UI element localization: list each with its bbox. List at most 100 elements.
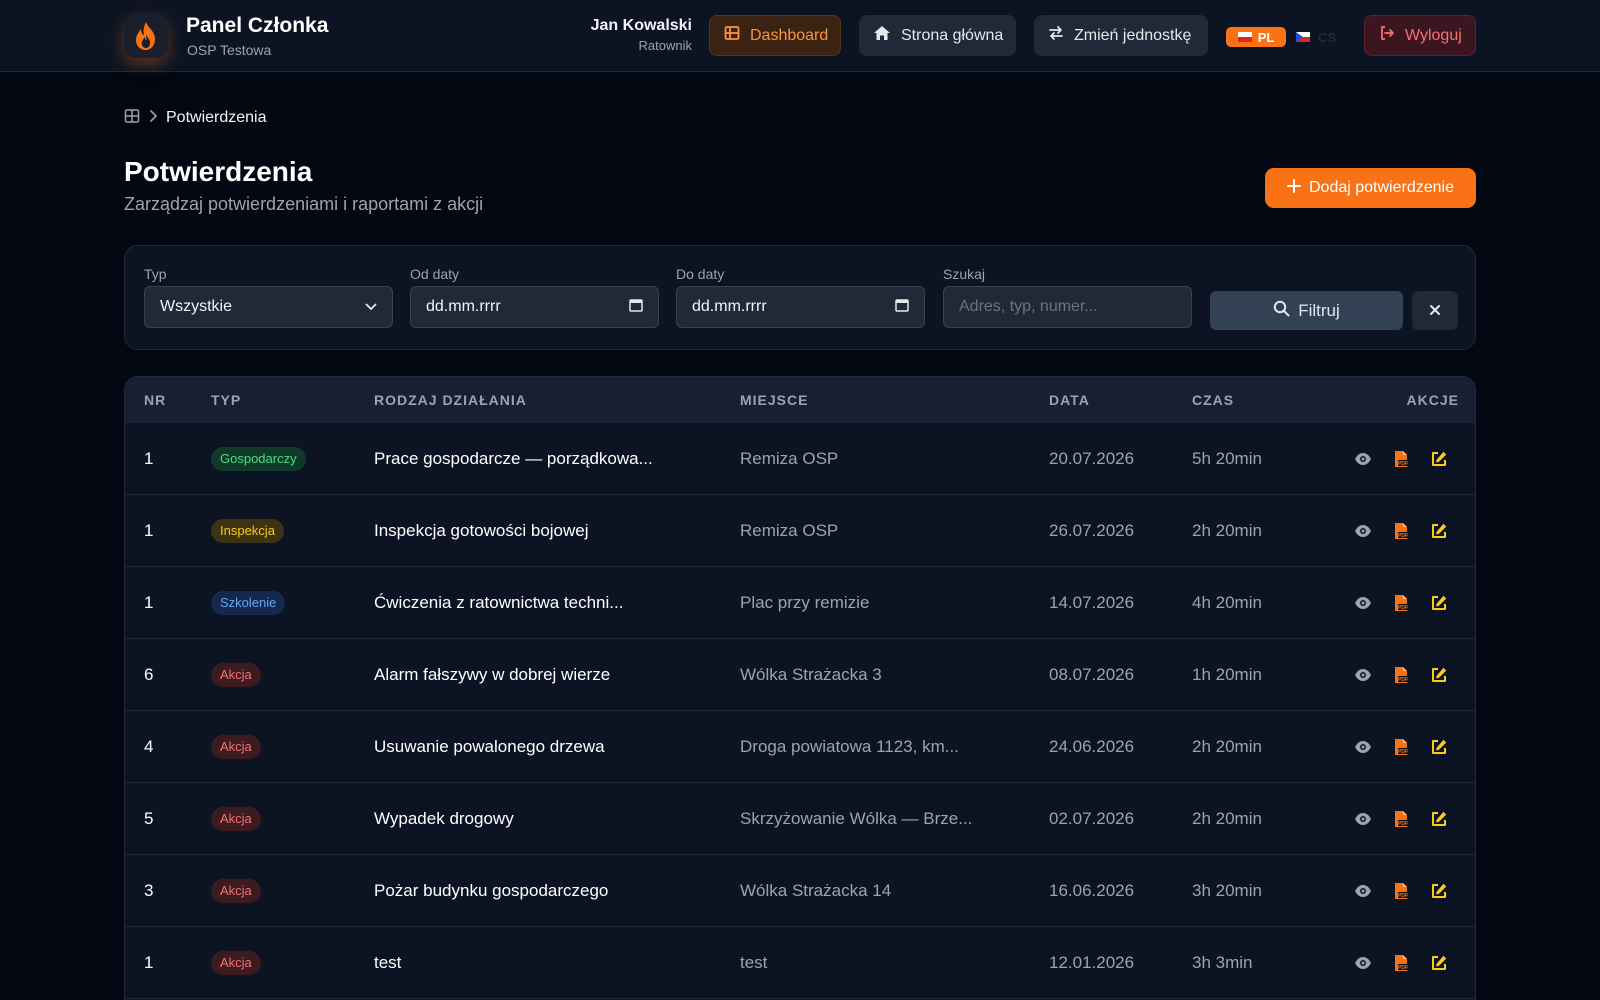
edit-icon[interactable]: [1429, 665, 1449, 685]
row-number: 1: [144, 593, 154, 612]
action-kind: Inspekcja gotowości bojowej: [374, 521, 589, 540]
filter-button[interactable]: Filtruj: [1210, 291, 1403, 330]
type-badge: Szkolenie: [211, 591, 286, 615]
row-actions: PDF: [1353, 593, 1449, 613]
table-row[interactable]: 1 Akcja test test 12.01.2026 3h 3min PDF: [125, 927, 1475, 999]
table-row[interactable]: 4 Akcja Usuwanie powalonego drzewa Droga po…: [125, 711, 1475, 783]
view-eye-icon[interactable]: [1353, 737, 1373, 757]
table-row[interactable]: 1 Gospodarczy Prace gospodarcze — porządko…: [125, 423, 1475, 495]
logout-icon: [1379, 25, 1395, 46]
edit-icon[interactable]: [1429, 449, 1449, 469]
edit-icon[interactable]: [1429, 881, 1449, 901]
view-eye-icon[interactable]: [1353, 521, 1373, 541]
view-eye-icon[interactable]: [1353, 809, 1373, 829]
row-actions: PDF: [1353, 737, 1449, 757]
row-number: 1: [144, 953, 154, 972]
edit-icon[interactable]: [1429, 809, 1449, 829]
row-number: 1: [144, 449, 154, 468]
duration: 1h 20min: [1192, 665, 1262, 684]
pdf-icon[interactable]: PDF: [1391, 809, 1411, 829]
row-number: 6: [144, 665, 154, 684]
calendar-icon[interactable]: [895, 298, 909, 317]
row-actions: PDF: [1353, 665, 1449, 685]
type-cell: Akcja: [211, 951, 261, 975]
pdf-icon[interactable]: PDF: [1391, 737, 1411, 757]
table-row[interactable]: 1 Szkolenie Ćwiczenia z ratownictwa techni…: [125, 567, 1475, 639]
duration: 2h 20min: [1192, 737, 1262, 756]
edit-icon[interactable]: [1429, 521, 1449, 541]
edit-icon[interactable]: [1429, 593, 1449, 613]
type-badge: Akcja: [211, 807, 261, 831]
type-cell: Gospodarczy: [211, 447, 306, 471]
language-cs-label: CS: [1318, 29, 1337, 45]
pdf-icon[interactable]: PDF: [1391, 593, 1411, 613]
poland-flag-icon: [1237, 32, 1252, 42]
table-row[interactable]: 5 Akcja Wypadek drogowy Skrzyżowanie Wólka …: [125, 783, 1475, 855]
pdf-icon[interactable]: PDF: [1391, 953, 1411, 973]
svg-text:PDF: PDF: [1398, 965, 1408, 971]
type-cell: Akcja: [211, 807, 261, 831]
pdf-icon[interactable]: PDF: [1391, 521, 1411, 541]
calendar-icon[interactable]: [629, 298, 643, 317]
plus-icon: [1287, 178, 1301, 198]
duration: 4h 20min: [1192, 593, 1262, 612]
action-kind: Usuwanie powalonego drzewa: [374, 737, 605, 756]
filter-button-label: Filtruj: [1298, 300, 1340, 320]
language-pl-button[interactable]: PL: [1226, 27, 1286, 47]
header-rodzaj: RODZAJ DZIAŁANIA: [374, 392, 527, 408]
chevron-right-icon: [148, 109, 158, 128]
view-eye-icon[interactable]: [1353, 449, 1373, 469]
type-select[interactable]: Wszystkie: [144, 286, 393, 328]
fire-logo-icon: [124, 14, 168, 58]
language-pl-label: PL: [1257, 29, 1275, 45]
home-label: Strona główna: [901, 26, 1004, 44]
edit-icon[interactable]: [1429, 737, 1449, 757]
language-cs-button[interactable]: CS: [1296, 27, 1336, 47]
view-eye-icon[interactable]: [1353, 953, 1373, 973]
to-date-input[interactable]: dd.mm.rrrr: [676, 286, 925, 328]
edit-icon[interactable]: [1429, 953, 1449, 973]
switch-unit-button[interactable]: Zmień jednostkę: [1034, 15, 1208, 56]
location: Remiza OSP: [740, 449, 839, 468]
type-badge: Inspekcja: [211, 519, 284, 543]
page-title: Potwierdzenia: [124, 156, 313, 187]
view-eye-icon[interactable]: [1353, 881, 1373, 901]
chevron-down-icon: [365, 298, 377, 316]
view-eye-icon[interactable]: [1353, 593, 1373, 613]
view-eye-icon[interactable]: [1353, 665, 1373, 685]
row-number: 1: [144, 521, 154, 540]
action-kind: test: [374, 953, 402, 972]
svg-text:PDF: PDF: [1398, 677, 1408, 683]
search-input[interactable]: Adres, typ, numer...: [943, 286, 1192, 328]
dashboard-button[interactable]: Dashboard: [709, 15, 841, 56]
brand-subtitle: OSP Testowa: [187, 42, 272, 58]
action-kind: Alarm fałszywy w dobrej wierze: [374, 665, 611, 684]
date: 12.01.2026: [1049, 953, 1135, 972]
pdf-icon[interactable]: PDF: [1391, 449, 1411, 469]
row-number: 5: [144, 809, 154, 828]
logout-button[interactable]: Wyloguj: [1364, 15, 1476, 56]
pdf-icon[interactable]: PDF: [1391, 665, 1411, 685]
swap-arrows-icon: [1048, 25, 1064, 46]
table-row[interactable]: 6 Akcja Alarm fałszywy w dobrej wierze Wólk…: [125, 639, 1475, 711]
table-row[interactable]: 1 Inspekcja Inspekcja gotowości bojowej Rem…: [125, 495, 1475, 567]
table-row[interactable]: 3 Akcja Pożar budynku gospodarczego Wólka S…: [125, 855, 1475, 927]
clear-filters-button[interactable]: [1412, 291, 1458, 330]
dashboard-home-icon[interactable]: [124, 108, 140, 129]
close-icon: [1429, 300, 1441, 321]
date: 08.07.2026: [1049, 665, 1135, 684]
row-actions: PDF: [1353, 881, 1449, 901]
header-data: DATA: [1049, 392, 1090, 408]
type-badge: Akcja: [211, 735, 261, 759]
pdf-icon[interactable]: PDF: [1391, 881, 1411, 901]
from-date-input[interactable]: dd.mm.rrrr: [410, 286, 659, 328]
date: 16.06.2026: [1049, 881, 1135, 900]
home-icon: [873, 25, 891, 46]
breadcrumb-current: Potwierdzenia: [166, 109, 267, 126]
location: Wólka Strażacka 14: [740, 881, 892, 900]
add-confirmation-button[interactable]: Dodaj potwierdzenie: [1265, 168, 1476, 208]
type-select-value: Wszystkie: [160, 298, 232, 315]
action-kind: Pożar budynku gospodarczego: [374, 881, 609, 900]
home-button[interactable]: Strona główna: [859, 15, 1016, 56]
type-badge: Akcja: [211, 951, 261, 975]
